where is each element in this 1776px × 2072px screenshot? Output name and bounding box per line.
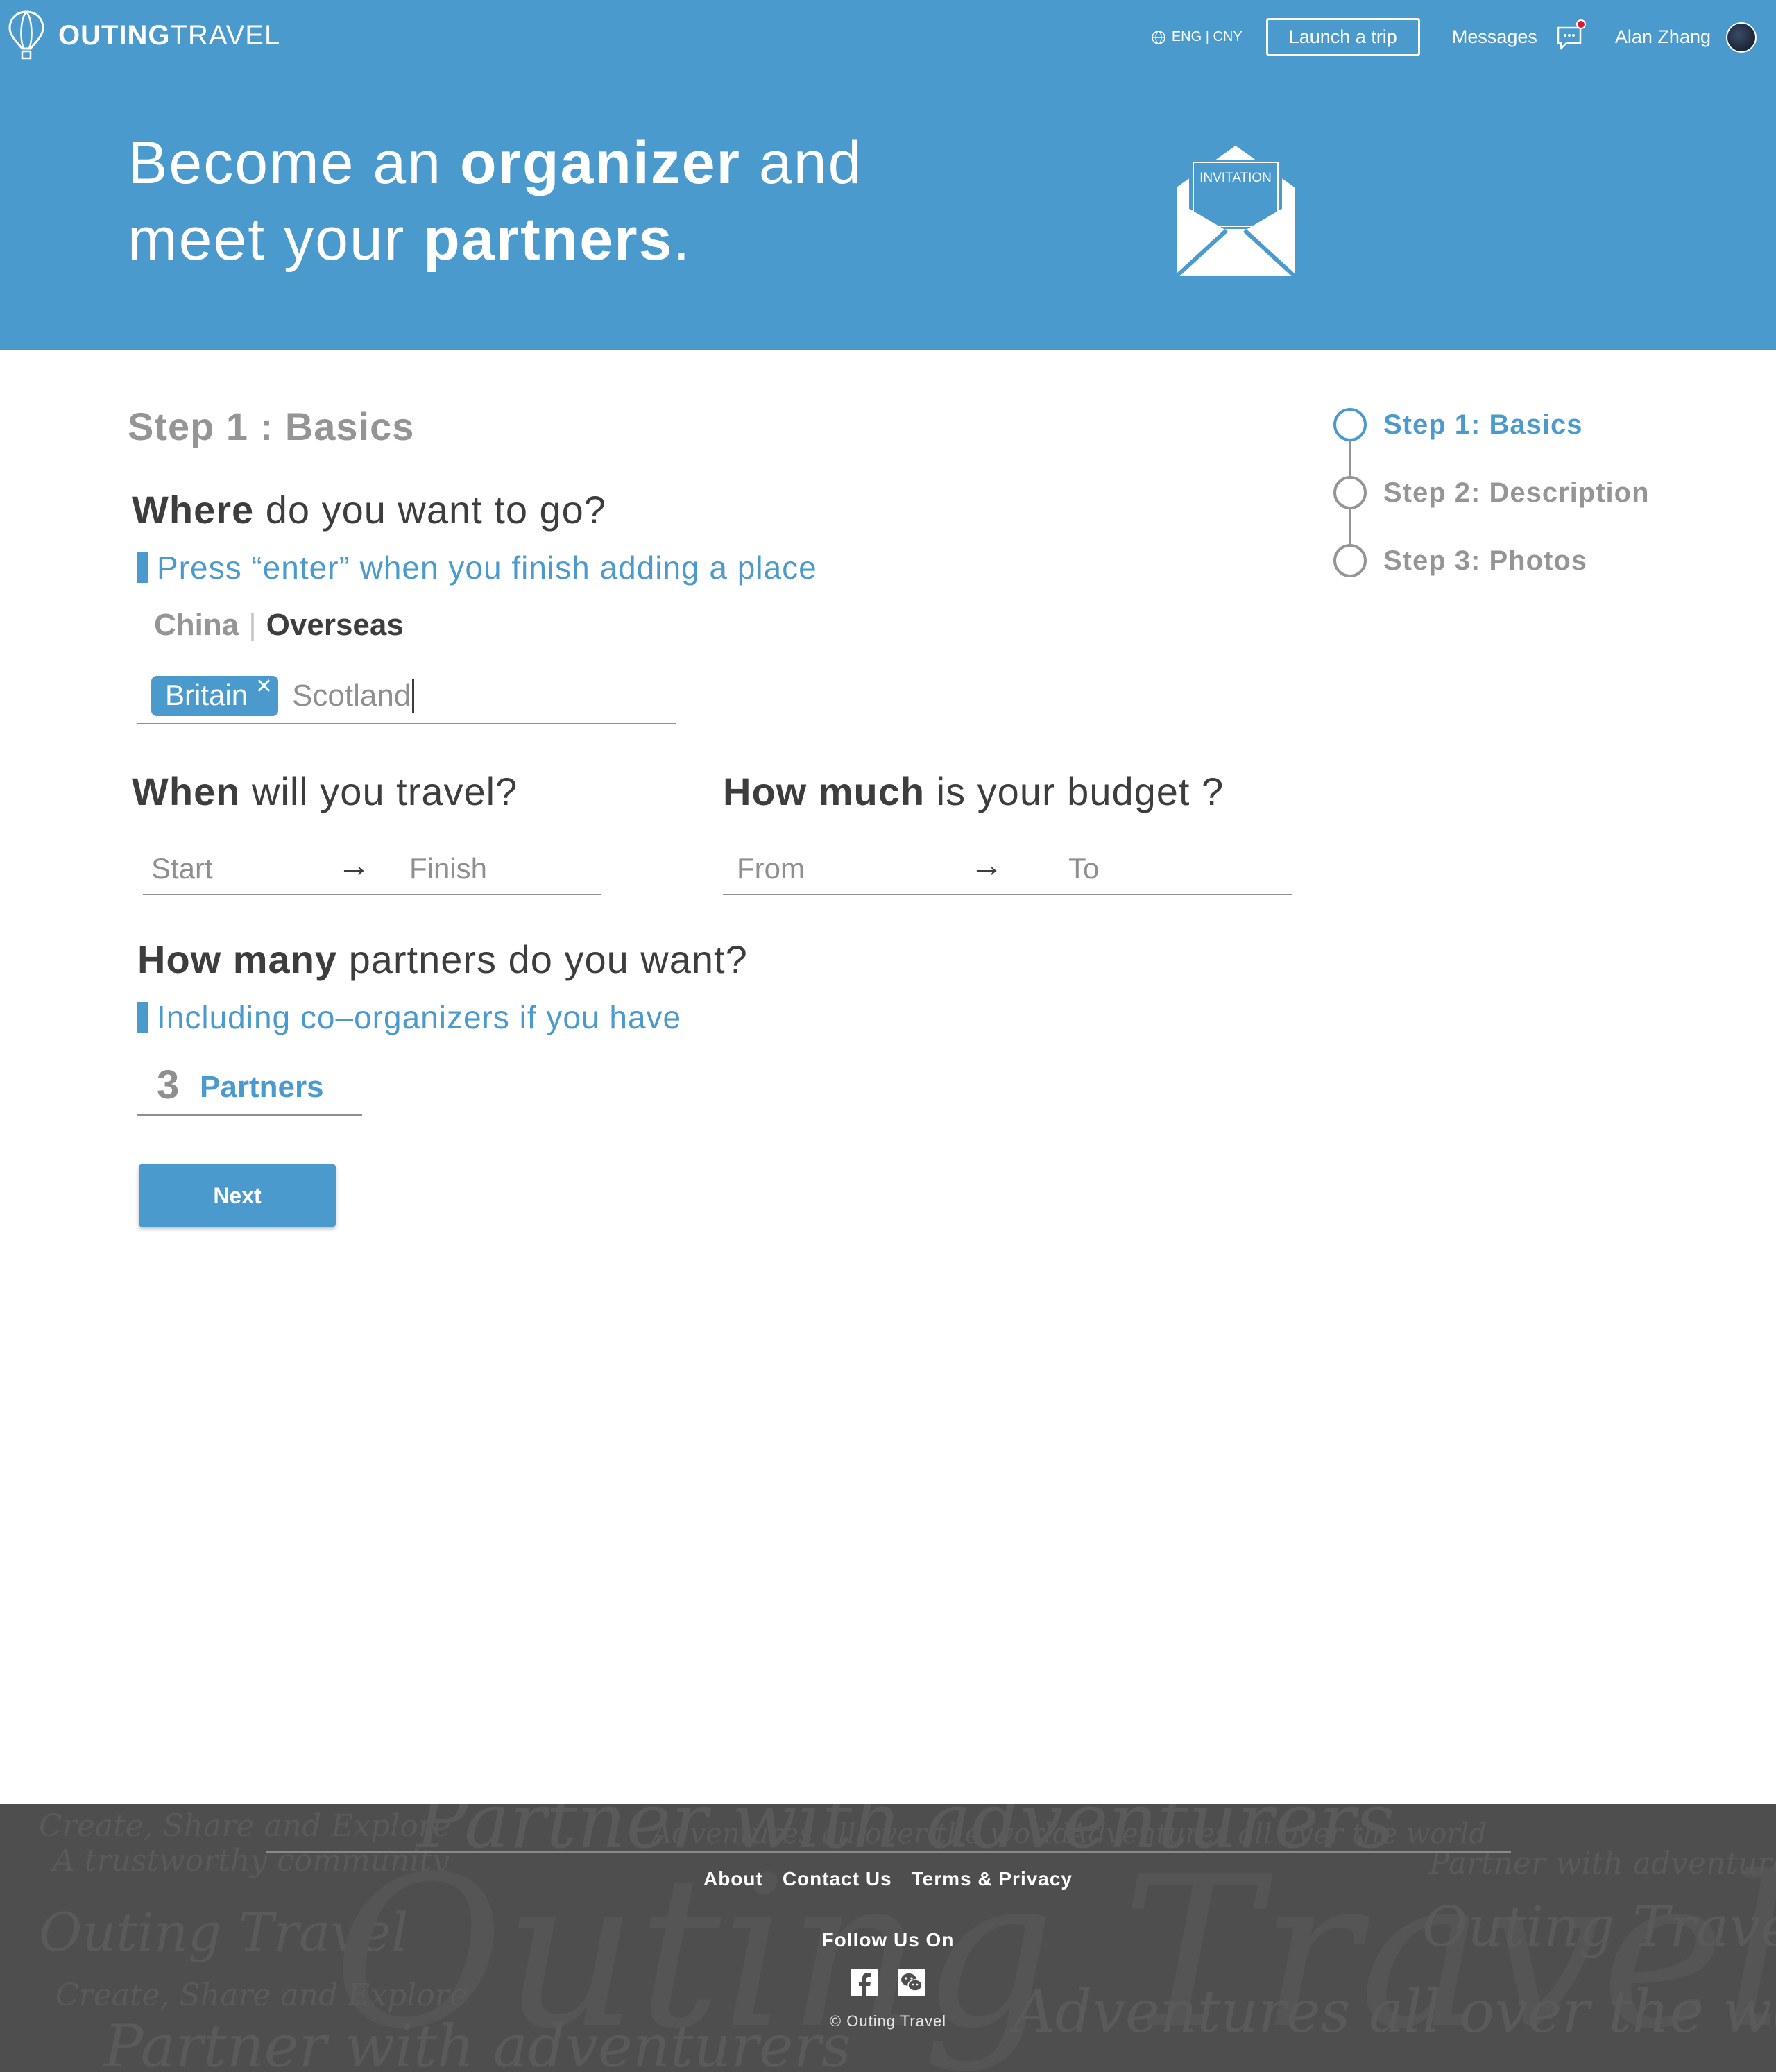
destination-input[interactable]: Scotland <box>292 679 415 713</box>
footer-divider <box>266 1851 1511 1853</box>
arrow-right-icon: → <box>970 847 1003 884</box>
partners-count: 3 <box>157 1062 180 1107</box>
arrow-right-icon: → <box>337 847 370 884</box>
footer-link-contact[interactable]: Contact Us <box>783 1868 892 1890</box>
step-label: Step 3: Photos <box>1383 545 1588 576</box>
where-hint: Press “enter” when you finish adding a p… <box>137 552 817 584</box>
social-icons <box>0 1968 1776 1997</box>
wechat-icon[interactable] <box>897 1968 926 1997</box>
region-separator: | <box>248 608 257 642</box>
messages-link[interactable]: Messages <box>1452 26 1537 48</box>
destination-tag-label: Britain <box>165 679 248 711</box>
top-nav: ENG | CNY Launch a trip Messages Alan Zh… <box>1151 18 1757 56</box>
step-item-basics[interactable]: Step 1: Basics <box>1333 407 1650 443</box>
step-label: Step 2: Description <box>1383 477 1650 508</box>
when-question: When will you travel? <box>132 770 518 813</box>
date-range-field: Start → Finish <box>143 840 601 895</box>
partners-hint: Including co–organizers if you have <box>137 1001 681 1033</box>
region-option-china[interactable]: China <box>154 608 239 643</box>
budget-question: How much is your budget ? <box>723 770 1224 813</box>
region-toggle: China | Overseas <box>154 608 404 643</box>
envelope-label: INVITATION <box>1199 171 1272 185</box>
balloon-icon <box>8 10 44 60</box>
follow-label: Follow Us On <box>821 1929 955 1951</box>
step-circle-icon <box>1333 476 1367 509</box>
language-currency-switch[interactable]: ENG | CNY <box>1151 29 1243 45</box>
step-label: Step 1: Basics <box>1383 409 1583 440</box>
step-item-photos[interactable]: Step 3: Photos <box>1333 543 1650 579</box>
where-question: Where do you want to go? <box>132 488 606 532</box>
copyright: © Outing Travel <box>829 2012 947 2030</box>
budget-range-field: From → To <box>723 840 1292 895</box>
hero-banner: OUTINGTRAVEL ENG | CNY Launch a trip Mes… <box>0 0 1776 350</box>
user-name[interactable]: Alan Zhang <box>1615 26 1711 48</box>
avatar[interactable] <box>1726 22 1757 53</box>
partners-question: How many partners do you want? <box>137 937 748 981</box>
logo[interactable]: OUTINGTRAVEL <box>7 10 280 61</box>
footer-links: About Contact Us Terms & Privacy <box>0 1868 1776 1890</box>
step-item-description[interactable]: Step 2: Description <box>1333 475 1650 511</box>
step-progress: Step 1: Basics Step 2: Description Step … <box>1333 407 1650 611</box>
footer-link-terms[interactable]: Terms & Privacy <box>912 1868 1073 1890</box>
messages-icon[interactable] <box>1555 19 1586 51</box>
remove-tag-icon[interactable]: ✕ <box>255 674 273 699</box>
logo-text: OUTINGTRAVEL <box>58 19 281 51</box>
budget-to-input[interactable]: To <box>1068 852 1099 885</box>
partners-label: Partners <box>200 1070 324 1104</box>
region-option-overseas[interactable]: Overseas <box>266 608 404 643</box>
notification-dot <box>1576 19 1586 29</box>
step-title: Step 1 : Basics <box>128 405 415 448</box>
destination-tag: Britain ✕ <box>151 674 279 716</box>
launch-trip-button[interactable]: Launch a trip <box>1265 18 1420 56</box>
hero-title: Become an organizer and meet your partne… <box>128 130 863 273</box>
budget-from-input[interactable]: From <box>737 852 805 885</box>
finish-date-input[interactable]: Finish <box>409 852 487 885</box>
language-label: ENG | CNY <box>1171 29 1243 44</box>
partners-field[interactable]: 3 Partners <box>137 1060 362 1116</box>
step-circle-icon <box>1333 544 1367 577</box>
invitation-envelope-icon: INVITATION <box>1175 146 1297 278</box>
globe-icon <box>1152 30 1166 44</box>
footer-link-about[interactable]: About <box>703 1868 763 1890</box>
next-button[interactable]: Next <box>139 1164 336 1227</box>
footer: Create, Share and Explore Partner with a… <box>0 1804 1776 2072</box>
facebook-icon[interactable] <box>850 1968 879 1997</box>
destination-field[interactable]: Britain ✕ Scotland <box>137 669 676 724</box>
start-date-input[interactable]: Start <box>151 852 213 885</box>
step-circle-icon <box>1333 408 1367 441</box>
